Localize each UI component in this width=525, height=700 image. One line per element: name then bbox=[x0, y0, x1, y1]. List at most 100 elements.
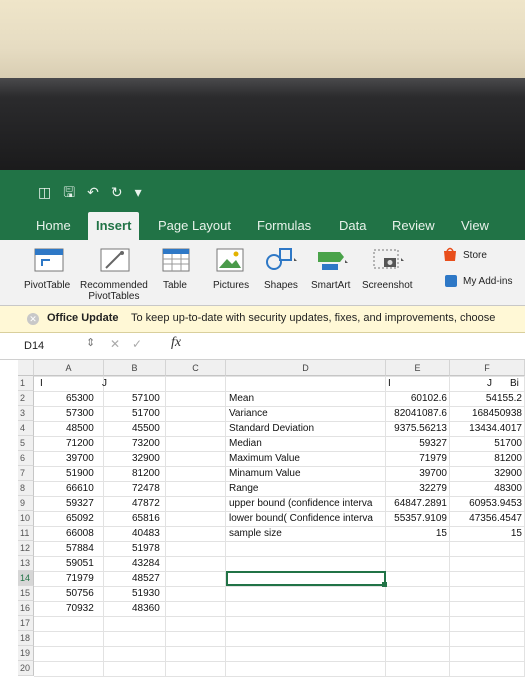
cell-b2[interactable]: 57100 bbox=[104, 391, 166, 406]
cell-d10[interactable]: lower bound( Confidence interva bbox=[226, 511, 386, 526]
row-header[interactable]: 18 bbox=[18, 631, 34, 646]
cell-f9[interactable]: 60953.9453 bbox=[450, 496, 525, 511]
tab-data[interactable]: Data bbox=[339, 218, 366, 233]
row-header[interactable]: 19 bbox=[18, 646, 34, 661]
cell-b13[interactable]: 43284 bbox=[104, 556, 166, 571]
cell-a2[interactable]: 65300 bbox=[34, 391, 104, 406]
cell-a7[interactable]: 51900 bbox=[34, 466, 104, 481]
cell-d8[interactable]: Range bbox=[226, 481, 386, 496]
cell-e8[interactable]: 32279 bbox=[386, 481, 450, 496]
cell-b6[interactable]: 32900 bbox=[104, 451, 166, 466]
name-box-stepper-icon[interactable]: ⇕ bbox=[86, 336, 95, 349]
fill-handle[interactable] bbox=[382, 582, 387, 587]
screenshot-button[interactable]: Screenshot bbox=[362, 280, 413, 291]
tab-page-layout[interactable]: Page Layout bbox=[158, 218, 231, 233]
select-all-corner[interactable] bbox=[18, 360, 34, 376]
cell-a8[interactable]: 66610 bbox=[34, 481, 104, 496]
cell-a3[interactable]: 57300 bbox=[34, 406, 104, 421]
cell-f5[interactable]: 51700 bbox=[450, 436, 525, 451]
row-header[interactable]: 1 bbox=[18, 376, 34, 391]
tab-home[interactable]: Home bbox=[36, 218, 71, 233]
row-header[interactable]: 3 bbox=[18, 406, 34, 421]
smartart-button[interactable]: SmartArt bbox=[311, 280, 350, 291]
pictures-button[interactable]: Pictures bbox=[213, 280, 249, 291]
cell-a4[interactable]: 48500 bbox=[34, 421, 104, 436]
column-header-b[interactable]: B bbox=[104, 360, 166, 376]
column-header-c[interactable]: C bbox=[166, 360, 226, 376]
cell-a16[interactable]: 70932 bbox=[34, 601, 104, 616]
customize-toolbar-icon[interactable]: ▾ bbox=[135, 184, 142, 200]
cancel-icon[interactable]: ✕ bbox=[110, 337, 120, 351]
cell-b16[interactable]: 48360 bbox=[104, 601, 166, 616]
cell-a14[interactable]: 71979 bbox=[34, 571, 104, 586]
row-header[interactable]: 6 bbox=[18, 451, 34, 466]
cell-b12[interactable]: 51978 bbox=[104, 541, 166, 556]
cell-a6[interactable]: 39700 bbox=[34, 451, 104, 466]
column-header-e[interactable]: E bbox=[386, 360, 450, 376]
tab-formulas[interactable]: Formulas bbox=[257, 218, 311, 233]
pivot-table-button[interactable]: PivotTable bbox=[24, 280, 70, 291]
cell-f8[interactable]: 48300 bbox=[450, 481, 525, 496]
cell-a9[interactable]: 59327 bbox=[34, 496, 104, 511]
save-icon[interactable]: 🖫 bbox=[63, 184, 75, 200]
cell-b4[interactable]: 45500 bbox=[104, 421, 166, 436]
cell-a10[interactable]: 65092 bbox=[34, 511, 104, 526]
cell-d3[interactable]: Variance bbox=[226, 406, 386, 421]
row-header[interactable]: 7 bbox=[18, 466, 34, 481]
selected-cell-d14[interactable] bbox=[226, 571, 386, 586]
recommended-pivot-button[interactable]: Recommended PivotTables bbox=[80, 280, 148, 302]
row-header[interactable]: 14 bbox=[18, 571, 34, 586]
cell-d5[interactable]: Median bbox=[226, 436, 386, 451]
row-header[interactable]: 11 bbox=[18, 526, 34, 541]
row-header[interactable]: 12 bbox=[18, 541, 34, 556]
sidebar-toggle-icon[interactable]: ◫ bbox=[38, 184, 51, 200]
row-header[interactable]: 13 bbox=[18, 556, 34, 571]
column-header-a[interactable]: A bbox=[34, 360, 104, 376]
row-header[interactable]: 15 bbox=[18, 586, 34, 601]
table-button[interactable]: Table bbox=[163, 280, 187, 291]
row1-label-g[interactable]: Bi bbox=[510, 376, 519, 391]
cell-e5[interactable]: 59327 bbox=[386, 436, 450, 451]
tab-view[interactable]: View bbox=[461, 218, 489, 233]
cell-b15[interactable]: 51930 bbox=[104, 586, 166, 601]
cell-e11[interactable]: 15 bbox=[386, 526, 450, 541]
column-header-d[interactable]: D bbox=[226, 360, 386, 376]
cell-e7[interactable]: 39700 bbox=[386, 466, 450, 481]
cell-a11[interactable]: 66008 bbox=[34, 526, 104, 541]
row-header[interactable]: 2 bbox=[18, 391, 34, 406]
shapes-button[interactable]: Shapes bbox=[264, 280, 298, 291]
row-header[interactable]: 17 bbox=[18, 616, 34, 631]
cell-a5[interactable]: 71200 bbox=[34, 436, 104, 451]
cell-f2[interactable]: 54155.2 bbox=[450, 391, 525, 406]
cell-f10[interactable]: 47356.4547 bbox=[450, 511, 525, 526]
cell-d2[interactable]: Mean bbox=[226, 391, 386, 406]
my-addins-button[interactable]: My Add-ins bbox=[463, 276, 512, 287]
cell-e10[interactable]: 55357.9109 bbox=[386, 511, 450, 526]
cell-b7[interactable]: 81200 bbox=[104, 466, 166, 481]
cell-e2[interactable]: 60102.6 bbox=[386, 391, 450, 406]
row-header[interactable]: 9 bbox=[18, 496, 34, 511]
cell-e4[interactable]: 9375.56213 bbox=[386, 421, 450, 436]
cell-d11[interactable]: sample size bbox=[226, 526, 386, 541]
row-header[interactable]: 4 bbox=[18, 421, 34, 436]
cell-f6[interactable]: 81200 bbox=[450, 451, 525, 466]
name-box[interactable]: D14 bbox=[18, 337, 84, 355]
tab-review[interactable]: Review bbox=[392, 218, 435, 233]
cell-a12[interactable]: 57884 bbox=[34, 541, 104, 556]
undo-icon[interactable]: ↶ bbox=[87, 184, 99, 200]
tab-insert[interactable]: Insert bbox=[88, 212, 140, 240]
cell-b5[interactable]: 73200 bbox=[104, 436, 166, 451]
cell-a13[interactable]: 59051 bbox=[34, 556, 104, 571]
row-header[interactable]: 5 bbox=[18, 436, 34, 451]
cell-b3[interactable]: 51700 bbox=[104, 406, 166, 421]
cell-e6[interactable]: 71979 bbox=[386, 451, 450, 466]
cell-b8[interactable]: 72478 bbox=[104, 481, 166, 496]
function-icon[interactable]: fx bbox=[171, 335, 181, 351]
close-message-icon[interactable]: ✕ bbox=[27, 313, 39, 325]
row-header[interactable]: 8 bbox=[18, 481, 34, 496]
cell-a15[interactable]: 50756 bbox=[34, 586, 104, 601]
cell-d6[interactable]: Maximum Value bbox=[226, 451, 386, 466]
store-button[interactable]: Store bbox=[463, 250, 487, 261]
enter-icon[interactable]: ✓ bbox=[132, 337, 142, 351]
cell-f7[interactable]: 32900 bbox=[450, 466, 525, 481]
